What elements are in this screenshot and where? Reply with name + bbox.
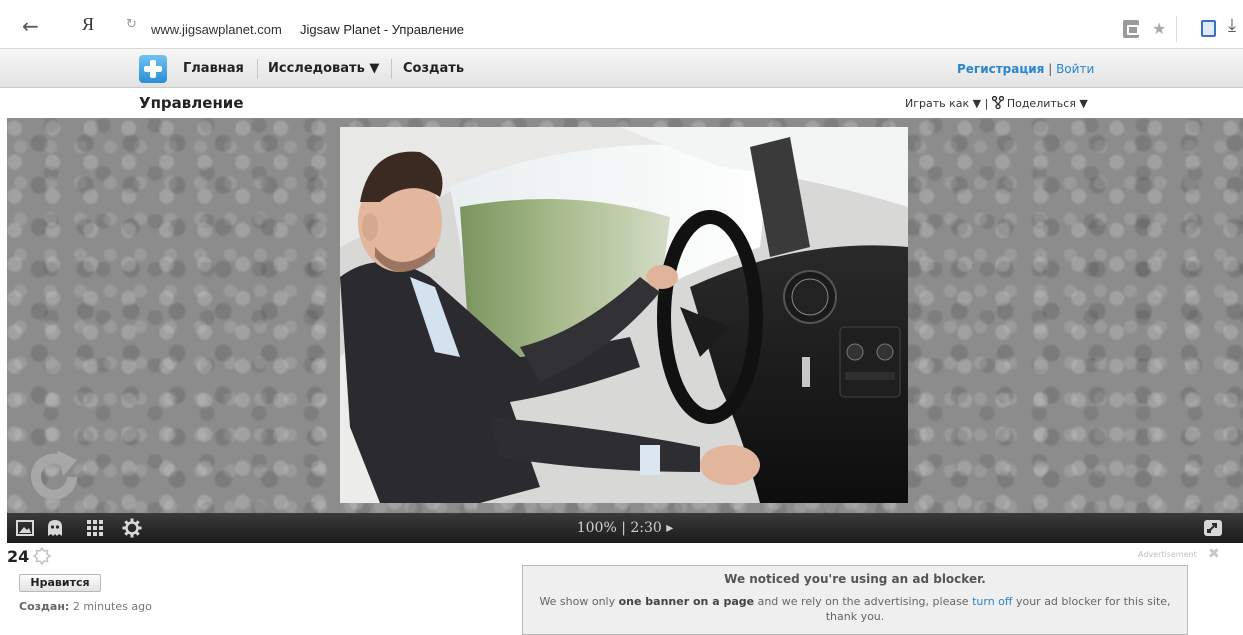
page-title: Управление <box>139 94 244 112</box>
adblock-notice: We noticed you're using an ad blocker. W… <box>522 565 1188 635</box>
likes-badge-icon <box>33 547 51 565</box>
puzzle-photo[interactable] <box>340 127 908 503</box>
nav-divider <box>391 59 392 79</box>
yandex-logo-icon[interactable]: Я <box>82 14 94 35</box>
auth-links: Регистрация | Войти <box>957 62 1094 76</box>
created-label: Создан: <box>19 600 70 613</box>
adblock-notice-title: We noticed you're using an ad blocker. <box>724 572 986 586</box>
toolbar-divider <box>1176 16 1186 42</box>
share-icon[interactable] <box>991 96 1004 109</box>
nav-item-explore[interactable]: Исследовать ▼ <box>268 61 379 76</box>
turn-off-adblock-link[interactable]: turn off <box>972 595 1012 608</box>
created-info: Создан: 2 minutes ago <box>19 600 152 613</box>
puzzle-stage[interactable] <box>7 118 1243 513</box>
rotate-refresh-icon[interactable] <box>27 450 81 504</box>
register-link[interactable]: Регистрация <box>957 62 1044 76</box>
address-bar-domain[interactable]: www.jigsawplanet.com <box>151 22 282 37</box>
actions-separator: | <box>984 97 989 110</box>
address-bar-page-title[interactable]: Jigsaw Planet - Управление <box>300 22 464 37</box>
adblock-body-text: and we rely on the advertising, please <box>754 595 973 608</box>
site-navigation-bar: Главная Исследовать ▼ Создать Регистраци… <box>0 48 1243 88</box>
created-value: 2 minutes ago <box>72 600 152 613</box>
site-info-icon[interactable] <box>1123 20 1139 38</box>
play-as-dropdown[interactable]: Играть как ▼ <box>905 97 981 110</box>
browser-toolbar: ← Я ↻ www.jigsawplanet.com Jigsaw Planet… <box>0 0 1243 48</box>
driver-in-car-photo <box>340 127 908 503</box>
auth-separator: | <box>1048 62 1053 76</box>
nav-item-home[interactable]: Главная <box>183 61 244 76</box>
puzzle-actions: Играть как ▼ | Поделиться ▼ <box>905 96 1088 110</box>
back-arrow-icon[interactable]: ← <box>22 14 39 38</box>
fullscreen-icon[interactable] <box>1203 518 1223 538</box>
progress-timer-readout[interactable]: 100% | 2:30 ▸ <box>7 520 1243 536</box>
bookmark-star-icon[interactable]: ★ <box>1152 19 1166 38</box>
adblock-notice-body: We show only one banner on a page and we… <box>533 594 1177 624</box>
download-icon[interactable]: ⤓ <box>1228 15 1236 36</box>
reload-icon[interactable]: ↻ <box>126 17 137 32</box>
adblock-body-emphasis: one banner on a page <box>618 595 755 608</box>
close-ad-icon[interactable]: ✖ <box>1208 546 1220 562</box>
nav-divider <box>257 59 258 79</box>
nav-item-create[interactable]: Создать <box>403 61 464 76</box>
adblock-body-text: We show only <box>539 595 619 608</box>
login-link[interactable]: Войти <box>1056 62 1094 76</box>
share-dropdown[interactable]: Поделиться ▼ <box>1007 97 1088 110</box>
puzzle-control-bar: 100% | 2:30 ▸ <box>7 513 1243 543</box>
likes-count: 24 <box>7 547 30 566</box>
like-button[interactable]: Нравится <box>19 574 101 592</box>
puzzle-logo-icon[interactable] <box>139 55 167 83</box>
extension-icon[interactable] <box>1201 20 1216 37</box>
advertisement-label: Advertisement <box>1138 550 1197 559</box>
